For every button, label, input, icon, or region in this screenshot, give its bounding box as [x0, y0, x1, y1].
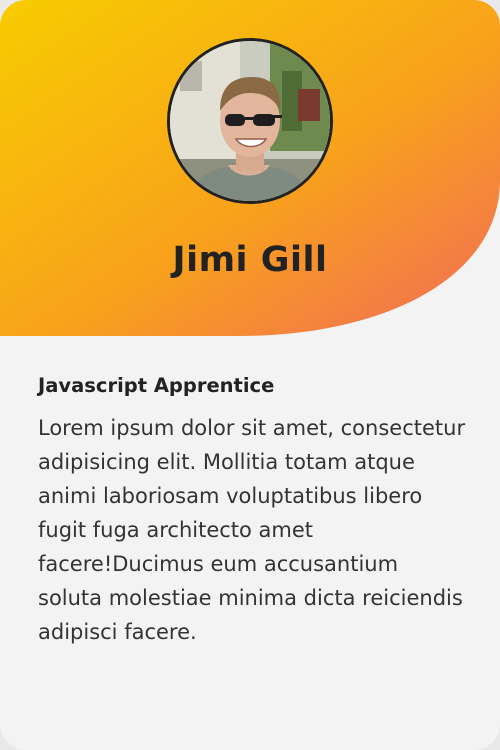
avatar-photo-icon: [170, 41, 330, 201]
card-body: Javascript Apprentice Lorem ipsum dolor …: [38, 374, 468, 649]
avatar: [167, 38, 333, 204]
profile-bio: Lorem ipsum dolor sit amet, consectetur …: [38, 416, 466, 644]
profile-role: Javascript Apprentice: [38, 374, 275, 397]
profile-card: Jimi Gill Javascript Apprentice Lorem ip…: [0, 0, 500, 750]
profile-name: Jimi Gill: [172, 240, 328, 280]
